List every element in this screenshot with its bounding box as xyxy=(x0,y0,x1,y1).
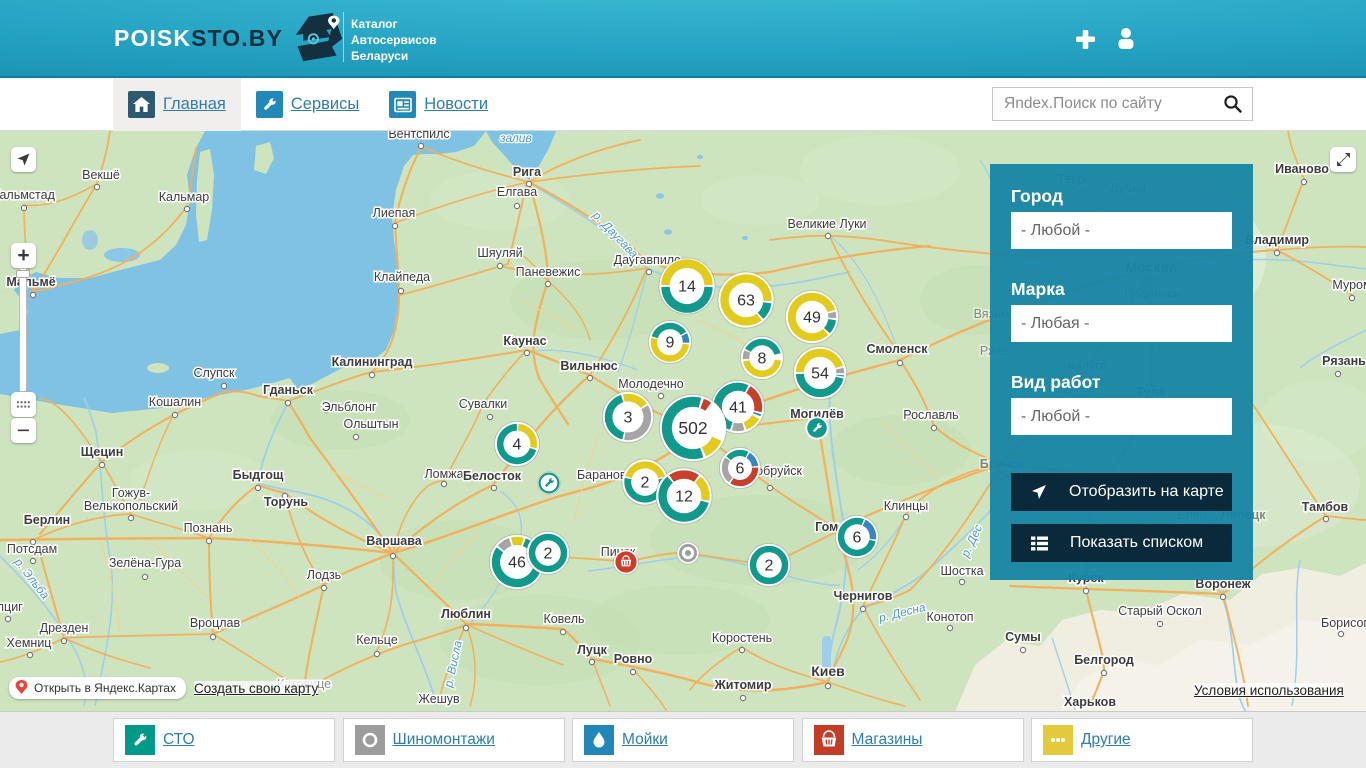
svg-text:Зелёна-Гура: Зелёна-Гура xyxy=(109,556,181,570)
svg-text:Лодзь: Лодзь xyxy=(307,568,341,582)
svg-text:49: 49 xyxy=(803,310,821,327)
svg-text:Торунь: Торунь xyxy=(264,495,308,509)
svg-text:Рязань: Рязань xyxy=(1322,354,1366,368)
svg-text:Клайпеда: Клайпеда xyxy=(374,270,430,284)
svg-text:Калининград: Калининград xyxy=(332,355,413,369)
svg-text:Житомир: Житомир xyxy=(714,678,772,692)
svg-text:Велькопольский: Велькопольский xyxy=(84,499,178,513)
svg-text:Хальмстад: Хальмстад xyxy=(0,188,56,202)
svg-text:Щецин: Щецин xyxy=(81,445,124,459)
svg-text:6: 6 xyxy=(853,530,862,547)
svg-text:Ровно: Ровно xyxy=(614,652,653,666)
svg-text:Сумы: Сумы xyxy=(1005,630,1041,644)
svg-text:Белосток: Белосток xyxy=(463,469,522,483)
svg-text:14: 14 xyxy=(678,279,696,296)
svg-text:Шяуляй: Шяуляй xyxy=(477,246,522,260)
svg-text:Чернигов: Чернигов xyxy=(834,589,893,603)
svg-text:41: 41 xyxy=(729,400,747,417)
svg-text:Киев: Киев xyxy=(811,663,845,679)
svg-text:Слупск: Слупск xyxy=(193,366,235,380)
svg-text:Рославль: Рославль xyxy=(903,408,958,422)
svg-text:502: 502 xyxy=(678,418,707,438)
svg-text:Кельце: Кельце xyxy=(356,633,398,647)
svg-text:Варшава: Варшава xyxy=(366,534,423,548)
svg-text:Вильнюс: Вильнюс xyxy=(560,359,617,373)
svg-text:Каунас: Каунас xyxy=(503,334,546,348)
svg-text:Жешув: Жешув xyxy=(418,692,460,706)
svg-text:46: 46 xyxy=(508,555,526,572)
svg-text:залив: залив xyxy=(499,131,532,145)
svg-text:Паневежис: Паневежис xyxy=(516,265,581,279)
svg-text:Шостка: Шостка xyxy=(940,564,983,578)
svg-text:Тамбов: Тамбов xyxy=(1302,500,1349,514)
svg-text:Муром: Муром xyxy=(1332,278,1366,292)
svg-text:Познань: Познань xyxy=(184,521,233,535)
svg-text:Лиепая: Лиепая xyxy=(373,206,416,220)
svg-text:Белгород: Белгород xyxy=(1074,653,1134,667)
svg-text:Гданьск: Гданьск xyxy=(263,383,314,397)
svg-text:Молодечно: Молодечно xyxy=(618,377,684,391)
svg-text:8: 8 xyxy=(758,351,767,368)
svg-text:Быдгощ: Быдгощ xyxy=(233,468,284,482)
svg-text:Векшё: Векшё xyxy=(82,168,120,182)
svg-text:Кошалин: Кошалин xyxy=(149,395,201,409)
svg-text:Кальмар: Кальмар xyxy=(159,190,210,204)
svg-text:Борисогл: Борисогл xyxy=(1321,616,1366,630)
svg-text:2: 2 xyxy=(641,475,650,492)
svg-text:Вроцлав: Вроцлав xyxy=(190,616,241,630)
svg-text:Коростень: Коростень xyxy=(712,631,772,645)
svg-text:63: 63 xyxy=(737,293,755,310)
svg-text:Ломжа: Ломжа xyxy=(424,467,463,481)
svg-text:Гожув-: Гожув- xyxy=(112,486,150,500)
svg-text:Конотоп: Конотоп xyxy=(926,610,973,624)
svg-text:Иваново: Иваново xyxy=(1275,162,1329,176)
svg-text:Люблин: Люблин xyxy=(441,607,491,621)
svg-text:Эльблонг: Эльблонг xyxy=(322,400,377,414)
svg-text:Берлин: Берлин xyxy=(24,513,70,527)
svg-text:2: 2 xyxy=(544,546,553,563)
svg-text:Смоленск: Смоленск xyxy=(867,342,929,356)
svg-text:Владимир: Владимир xyxy=(1245,233,1309,247)
svg-text:Клинцы: Клинцы xyxy=(884,499,929,513)
svg-text:Великие Луки: Великие Луки xyxy=(787,217,866,231)
svg-text:Мальмё: Мальмё xyxy=(6,275,55,289)
svg-text:4: 4 xyxy=(513,437,522,454)
svg-text:Дрезден: Дрезден xyxy=(40,621,89,635)
svg-text:Ольштын: Ольштын xyxy=(343,417,398,431)
svg-text:Луцк: Луцк xyxy=(577,643,607,657)
svg-text:2: 2 xyxy=(765,558,774,575)
svg-text:Елгава: Елгава xyxy=(497,185,537,199)
svg-text:12: 12 xyxy=(675,489,693,506)
svg-text:54: 54 xyxy=(811,366,829,383)
svg-text:Потсдам: Потсдам xyxy=(7,542,57,556)
svg-text:пциг: пциг xyxy=(0,600,23,614)
svg-text:3: 3 xyxy=(624,410,633,427)
svg-text:6: 6 xyxy=(736,461,745,478)
svg-text:Вентспилс: Вентспилс xyxy=(388,131,449,141)
svg-text:Харьков: Харьков xyxy=(1064,695,1116,709)
svg-text:Рига: Рига xyxy=(513,165,542,179)
svg-text:Старый Оскол: Старый Оскол xyxy=(1118,604,1202,618)
svg-text:Сувалки: Сувалки xyxy=(459,397,507,411)
svg-text:Ковель: Ковель xyxy=(543,612,584,626)
svg-text:9: 9 xyxy=(666,335,675,352)
svg-text:Хемниц: Хемниц xyxy=(7,636,52,650)
